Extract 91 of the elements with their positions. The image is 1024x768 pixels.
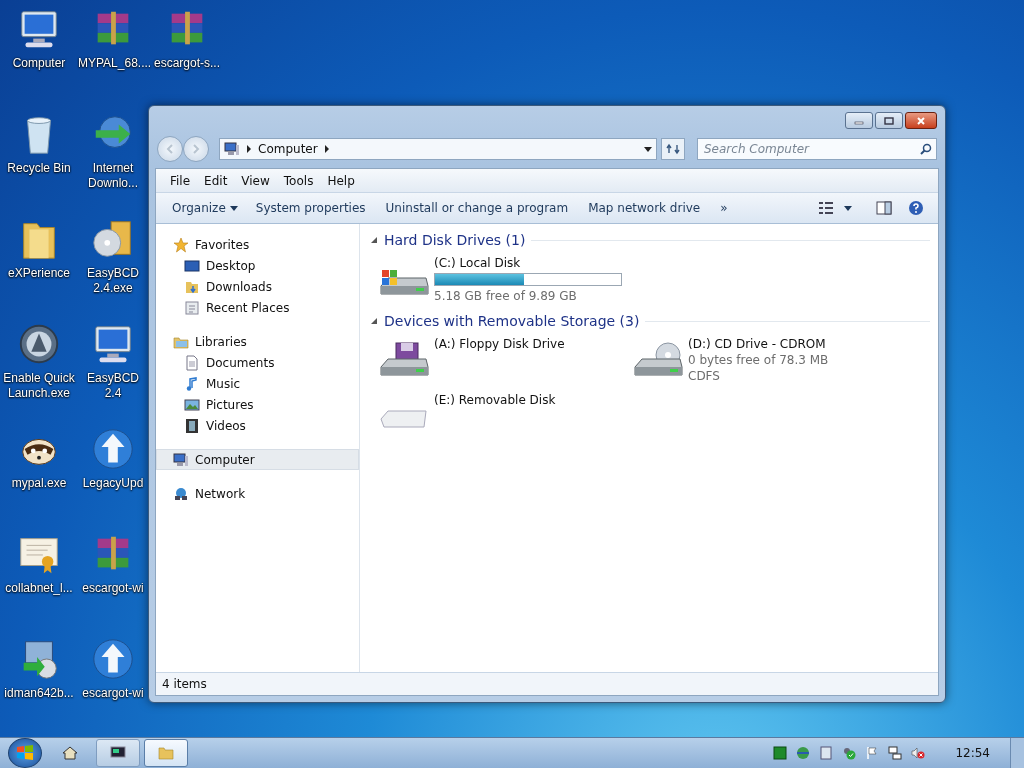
drive-name[interactable]: (E:) Removable Disk [434, 393, 556, 407]
menu-item[interactable]: File [164, 171, 197, 190]
refresh-icon [666, 142, 680, 156]
recent-places-icon [184, 299, 200, 316]
close-button[interactable] [905, 112, 937, 129]
search-field[interactable]: Search Computer [697, 138, 937, 160]
minimize-button[interactable] [845, 112, 873, 129]
desktop-icon-label[interactable]: LegacyUpd [82, 476, 144, 491]
close-icon [916, 115, 926, 126]
nav-item[interactable]: Libraries [156, 331, 359, 352]
breadcrumb-arrow-icon[interactable] [323, 145, 330, 153]
nav-item[interactable]: Music [156, 373, 359, 394]
nav-item[interactable]: Downloads [156, 276, 359, 297]
desktop-icon [184, 257, 200, 274]
toolbar-button[interactable]: Organize [164, 198, 234, 218]
star-icon [173, 236, 189, 253]
group-heading[interactable]: Hard Disk Drives (1) [384, 232, 526, 248]
menu-item[interactable]: Edit [198, 171, 234, 190]
breadcrumb[interactable]: Computer [258, 142, 318, 156]
toolbar-button[interactable]: Uninstall or change a program [377, 198, 577, 218]
view-options-icon[interactable] [818, 200, 834, 216]
help-icon[interactable] [908, 200, 924, 216]
desktop-icon-label[interactable]: idman642b... [4, 686, 74, 701]
drive-detail: 5.18 GB free of 9.89 GB [434, 289, 578, 303]
toolbar-button[interactable]: System properties [247, 198, 374, 218]
volume-muted-icon[interactable] [911, 746, 926, 760]
clock[interactable]: 12:54 [955, 746, 990, 760]
security-check-icon[interactable] [842, 746, 857, 760]
flag-icon[interactable] [865, 746, 880, 760]
status-text: 4 items [162, 677, 207, 691]
nav-item[interactable]: Computer [156, 449, 359, 470]
nav-item[interactable]: Desktop [156, 255, 359, 276]
menu-item[interactable]: Help [321, 171, 361, 190]
windows-logo-icon [15, 743, 35, 763]
taskbar-button[interactable] [96, 739, 140, 767]
nav-item[interactable]: Network [156, 483, 359, 504]
computer-icon [224, 141, 240, 157]
more-commands-button[interactable]: » [712, 198, 736, 218]
breadcrumb-arrow-icon[interactable] [246, 145, 252, 153]
desktop-icon-label[interactable]: MYPAL_68.... [78, 56, 148, 71]
network-icon[interactable] [888, 746, 903, 760]
status-icon[interactable] [773, 746, 788, 760]
maximize-icon [884, 115, 894, 126]
menu-item[interactable]: View [235, 171, 276, 190]
start-button[interactable] [8, 738, 42, 768]
computer-icon [173, 451, 189, 468]
nav-item[interactable]: Videos [156, 415, 359, 436]
network-icon [173, 485, 189, 502]
desktop-icon-label[interactable]: Recycle Bin [7, 161, 71, 176]
desktop-icon-label[interactable]: EasyBCD 2.4 [78, 371, 148, 401]
maximize-button[interactable] [875, 112, 903, 129]
desktop-icon-label[interactable]: mypal.exe [11, 476, 67, 491]
drive-detail: CDFS [688, 369, 721, 383]
desktop-icon-label[interactable]: Computer [12, 56, 66, 71]
drive-name[interactable]: (C:) Local Disk [434, 256, 622, 270]
search-icon[interactable] [920, 143, 932, 155]
house-icon[interactable] [62, 745, 78, 761]
nav-item[interactable]: Recent Places [156, 297, 359, 318]
nav-item[interactable]: Pictures [156, 394, 359, 415]
collapse-triangle-icon[interactable] [370, 317, 378, 325]
drive-name[interactable]: (A:) Floppy Disk Drive [434, 337, 565, 351]
drive-name[interactable]: (D:) CD Drive - CDROM [688, 337, 829, 351]
drive-detail: 0 bytes free of 78.3 MB [688, 353, 829, 367]
globe-icon[interactable] [796, 746, 811, 760]
dropdown-caret-icon[interactable] [229, 205, 238, 211]
desktop-icon-label[interactable]: escargot-wi [82, 581, 144, 596]
toolbar-button[interactable]: Map network drive [580, 198, 709, 218]
desktop-icon-label[interactable]: eXPerience [7, 266, 70, 281]
desktop-icon-label[interactable]: collabnet_l... [5, 581, 73, 596]
monitor-icon [110, 745, 126, 761]
address-bar[interactable]: Computer [219, 138, 657, 160]
menu-item[interactable]: Tools [277, 171, 320, 190]
desktop-icon-label[interactable]: EasyBCD 2.4.exe [78, 266, 148, 296]
collapse-triangle-icon[interactable] [370, 236, 378, 244]
desktop-icon-label[interactable]: escargot-s... [154, 56, 220, 71]
group-heading[interactable]: Devices with Removable Storage (3) [384, 313, 640, 329]
document-icon [184, 354, 200, 371]
nav-item[interactable]: Documents [156, 352, 359, 373]
document-icon[interactable] [819, 746, 834, 760]
desktop-icon-label[interactable]: escargot-wi [82, 686, 144, 701]
film-icon [184, 417, 200, 434]
picture-icon [184, 396, 200, 413]
dropdown-caret-icon[interactable] [844, 205, 852, 211]
desktop-icon-label[interactable]: Internet Downlo... [78, 161, 148, 191]
nav-item[interactable]: Favorites [156, 234, 359, 255]
music-note-icon [184, 375, 200, 392]
preview-pane-icon[interactable] [876, 200, 892, 216]
refresh-button[interactable] [661, 138, 685, 160]
folder-icon [158, 745, 174, 761]
dropdown-caret-icon[interactable] [644, 146, 652, 152]
desktop-icon-label[interactable]: Enable Quick Launch.exe [0, 371, 78, 401]
